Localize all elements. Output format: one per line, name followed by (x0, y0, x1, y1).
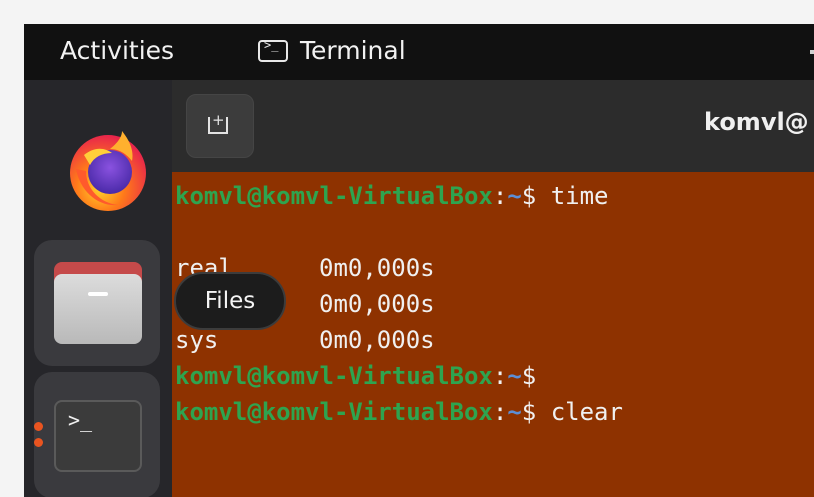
output-value: 0m0,000s (319, 326, 435, 354)
desktop-screen: Activities Terminal (24, 24, 814, 497)
new-tab-button[interactable] (186, 94, 254, 158)
prompt-path: ~ (507, 398, 522, 426)
files-tooltip: Files (174, 272, 286, 330)
firefox-icon (70, 131, 146, 211)
top-bar: Activities Terminal (24, 24, 814, 80)
running-dot (34, 422, 43, 431)
prompt-user: komvl@komvl-VirtualBox (175, 362, 493, 390)
prompt-path: ~ (507, 182, 522, 210)
command-text: clear (536, 398, 623, 426)
terminal-app-icon: >_ (54, 400, 142, 472)
app-menu-label: Terminal (300, 36, 406, 65)
window-title: komvl@ (704, 108, 809, 136)
prompt-user: komvl@komvl-VirtualBox (175, 398, 493, 426)
prompt-symbol: $ (521, 362, 537, 390)
app-menu[interactable]: Terminal (258, 36, 406, 65)
output-value: 0m0,000s (319, 254, 435, 282)
dock-item-terminal[interactable]: >_ (34, 372, 160, 497)
prompt-colon: : (492, 182, 508, 210)
prompt-path: ~ (507, 362, 522, 390)
running-indicator (34, 422, 43, 454)
prompt-colon: : (492, 362, 508, 390)
dock-item-firefox[interactable] (34, 80, 160, 211)
terminal-line: komvl@komvl-VirtualBox:~$ (175, 358, 814, 394)
activities-button[interactable]: Activities (60, 36, 174, 65)
terminal-output[interactable]: komvl@komvl-VirtualBox:~$ time real 0m0,00… (172, 172, 814, 497)
prompt-colon: : (492, 398, 508, 426)
dock-item-files[interactable] (34, 240, 160, 366)
command-text: time (536, 182, 609, 210)
terminal-line: sys 0m0,000s (175, 322, 814, 358)
prompt-symbol: $ (521, 182, 537, 210)
folder-icon (54, 262, 142, 344)
terminal-headerbar: komvl@ (172, 80, 814, 172)
dock: >_ (24, 80, 172, 497)
output-value: 0m0,000s (319, 290, 435, 318)
terminal-icon (258, 38, 288, 62)
prompt-symbol: $ (521, 398, 537, 426)
prompt-user: komvl@komvl-VirtualBox (175, 182, 493, 210)
new-tab-icon (208, 111, 228, 134)
terminal-line: komvl@komvl-VirtualBox:~$ clear (175, 394, 814, 430)
terminal-line: komvl@komvl-VirtualBox:~$ time (175, 178, 814, 214)
running-dot (34, 438, 43, 447)
topbar-edge-indicator (810, 50, 814, 54)
